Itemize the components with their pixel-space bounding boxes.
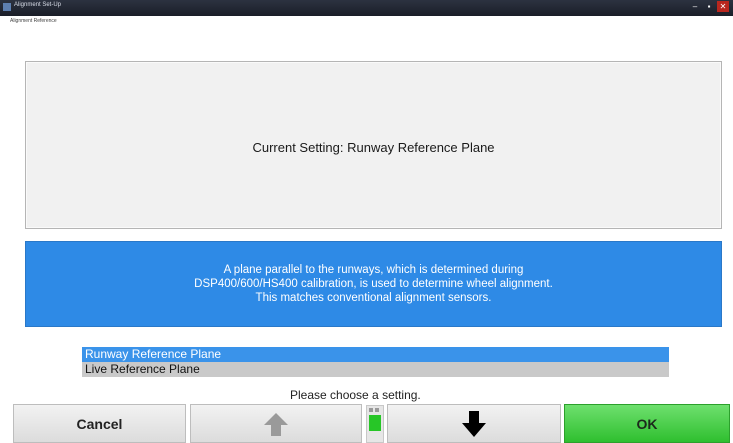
setting-options-list: Runway Reference Plane Live Reference Pl… bbox=[82, 347, 669, 377]
current-setting-text: Current Setting: Runway Reference Plane bbox=[252, 140, 495, 155]
current-setting-panel: Current Setting: Runway Reference Plane bbox=[25, 61, 722, 229]
title-bar: Alignment Set-Up – ▪ ✕ bbox=[0, 0, 733, 16]
minimize-button[interactable]: – bbox=[689, 1, 701, 12]
description-panel: A plane parallel to the runways, which i… bbox=[25, 241, 722, 327]
screen-label: Alignment Reference bbox=[10, 18, 57, 24]
description-line: This matches conventional alignment sens… bbox=[255, 292, 492, 304]
cancel-button[interactable]: Cancel bbox=[13, 404, 186, 443]
scroll-indicator-dot bbox=[375, 408, 379, 412]
arrow-down-icon bbox=[462, 410, 486, 437]
description-line: DSP400/600/HS400 calibration, is used to… bbox=[194, 278, 553, 290]
option-runway-reference-plane[interactable]: Runway Reference Plane bbox=[82, 347, 669, 362]
list-scroll-indicator bbox=[366, 405, 384, 443]
arrow-up-icon bbox=[264, 412, 288, 436]
scroll-indicator-thumb bbox=[369, 415, 381, 431]
maximize-button[interactable]: ▪ bbox=[703, 1, 715, 12]
option-live-reference-plane[interactable]: Live Reference Plane bbox=[82, 362, 669, 377]
ok-button[interactable]: OK bbox=[564, 404, 730, 443]
close-button[interactable]: ✕ bbox=[717, 1, 729, 12]
description-text: A plane parallel to the runways, which i… bbox=[194, 263, 553, 305]
window-title: Alignment Set-Up bbox=[14, 2, 62, 8]
description-line: A plane parallel to the runways, which i… bbox=[223, 264, 524, 276]
ok-button-label: OK bbox=[636, 415, 658, 432]
app-icon bbox=[3, 3, 11, 11]
scroll-indicator-dot bbox=[369, 408, 373, 412]
move-up-button[interactable] bbox=[190, 404, 362, 443]
cancel-button-label: Cancel bbox=[76, 415, 123, 432]
move-down-button[interactable] bbox=[387, 404, 561, 443]
prompt-text: Please choose a setting. bbox=[290, 388, 421, 402]
